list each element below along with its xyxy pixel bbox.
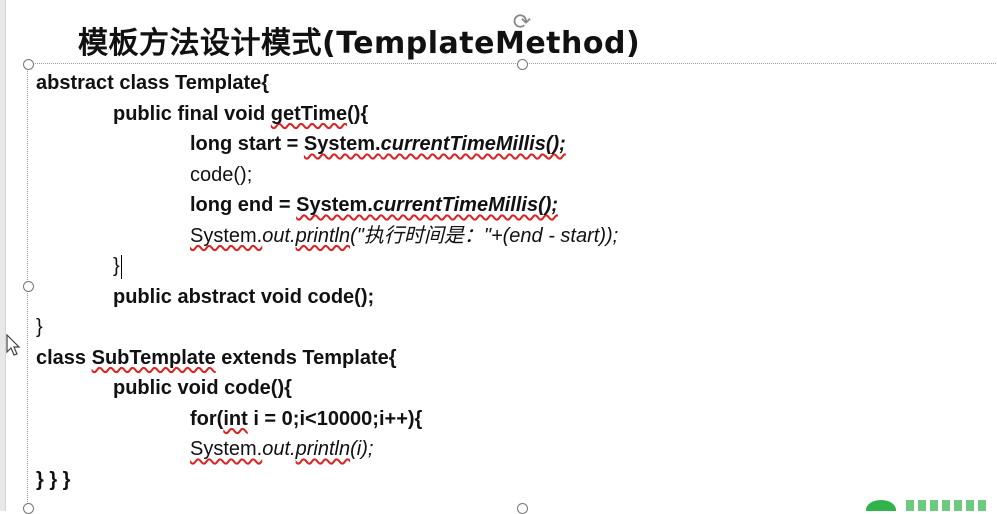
code-line: System.out.println("执行时间是："+(end - start… (36, 221, 618, 252)
resize-handle-bottom-center[interactable] (517, 503, 528, 514)
code-line: for(int i = 0;i<10000;i++){ (36, 404, 618, 435)
code-text: extends Template{ (215, 346, 397, 369)
code-line: long start = System.currentTimeMillis(); (36, 129, 618, 160)
slide-title[interactable]: 模板方法设计模式(TemplateMethod) (78, 18, 640, 62)
code-text: System. (190, 224, 263, 247)
code-line: public abstract void code(); (36, 282, 618, 313)
code-text: code(); (190, 163, 253, 186)
code-text: } (36, 316, 43, 338)
code-block[interactable]: abstract class Template{ public final vo… (36, 68, 618, 495)
resize-handle-middle-left[interactable] (23, 281, 34, 292)
code-line: public final void getTime(){ (36, 99, 618, 130)
code-text: public final void (113, 102, 271, 125)
code-text: i = 0;i<10000;i++){ (247, 407, 423, 430)
code-text: getTime (270, 102, 348, 125)
left-panel-edge (0, 0, 6, 511)
code-line: code(); (36, 160, 618, 191)
code-text: System.currentTimeMillis(); (296, 194, 559, 216)
code-line: } (36, 312, 618, 343)
code-text: (){ (347, 102, 369, 125)
code-text: } (113, 255, 120, 277)
code-text: System. (190, 438, 263, 460)
code-text: ("执行时间是："+(end - start)); (350, 224, 619, 247)
code-text: } } } (36, 468, 71, 491)
code-text: out. (262, 224, 296, 247)
code-text: public void code(){ (113, 377, 292, 399)
code-line: System.out.println(i); (36, 434, 618, 465)
code-line: class SubTemplate extends Template{ (36, 343, 618, 374)
code-text: class (36, 346, 92, 369)
resize-handle-top-left[interactable] (23, 59, 34, 70)
code-text: println (295, 438, 351, 460)
code-text: SubTemplate (91, 346, 216, 369)
code-text: long start = (190, 133, 304, 155)
code-text: int (223, 407, 248, 430)
code-text: public abstract void code(); (113, 285, 375, 308)
code-line: abstract class Template{ (36, 68, 618, 99)
code-text: println (295, 224, 351, 247)
mouse-cursor-icon (6, 333, 21, 362)
code-text: System.currentTimeMillis(); (303, 133, 566, 155)
code-text: out. (262, 438, 296, 460)
code-line: } } } (36, 465, 618, 496)
text-caret (120, 254, 122, 279)
code-line: } (36, 251, 618, 282)
code-text: (i); (350, 438, 374, 460)
code-text: long end = (190, 194, 297, 216)
code-text: abstract class Template{ (36, 72, 270, 94)
code-line: public void code(){ (36, 373, 618, 404)
watermark-logo-icon (866, 498, 996, 511)
rotate-handle-icon[interactable]: ⟳ (510, 10, 534, 34)
code-line: long end = System.currentTimeMillis(); (36, 190, 618, 221)
resize-handle-bottom-left[interactable] (23, 503, 34, 514)
code-text: for( (190, 407, 224, 430)
